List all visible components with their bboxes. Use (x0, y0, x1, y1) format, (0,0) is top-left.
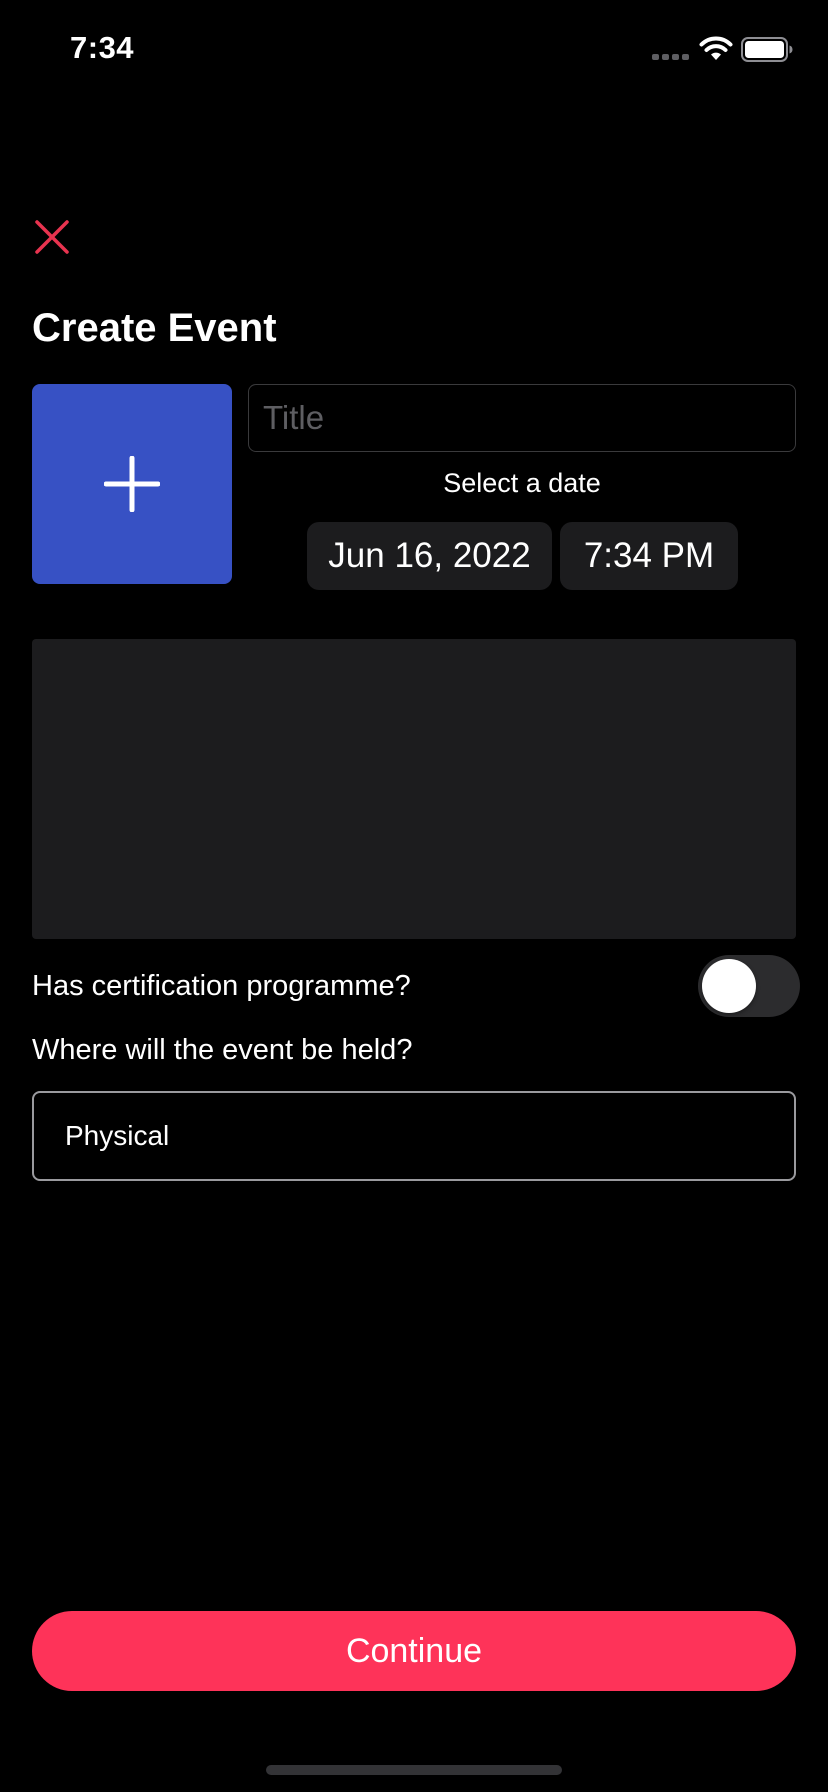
plus-icon (104, 456, 160, 512)
status-bar-time: 7:34 (70, 30, 135, 65)
continue-button[interactable]: Continue (32, 1611, 796, 1691)
cellular-signal-icon (652, 54, 689, 60)
close-icon (35, 220, 69, 254)
certification-label: Has certification programme? (32, 970, 411, 1002)
home-indicator (266, 1765, 562, 1775)
certification-toggle[interactable] (698, 955, 800, 1017)
add-image-button[interactable] (32, 384, 232, 584)
wifi-icon (699, 36, 733, 60)
description-textarea[interactable] (32, 639, 796, 939)
battery-icon (741, 37, 793, 62)
select-date-label: Select a date (443, 468, 601, 498)
toggle-knob (702, 959, 756, 1013)
title-input[interactable] (248, 384, 796, 452)
location-value: Physical (65, 1120, 170, 1151)
page-title: Create Event (32, 306, 277, 350)
time-picker-button[interactable]: 7:34 PM (560, 522, 738, 590)
date-picker-button[interactable]: Jun 16, 2022 (307, 522, 552, 590)
location-select[interactable]: Physical (32, 1091, 796, 1181)
close-button[interactable] (30, 215, 74, 259)
location-label: Where will the event be held? (32, 1034, 413, 1066)
